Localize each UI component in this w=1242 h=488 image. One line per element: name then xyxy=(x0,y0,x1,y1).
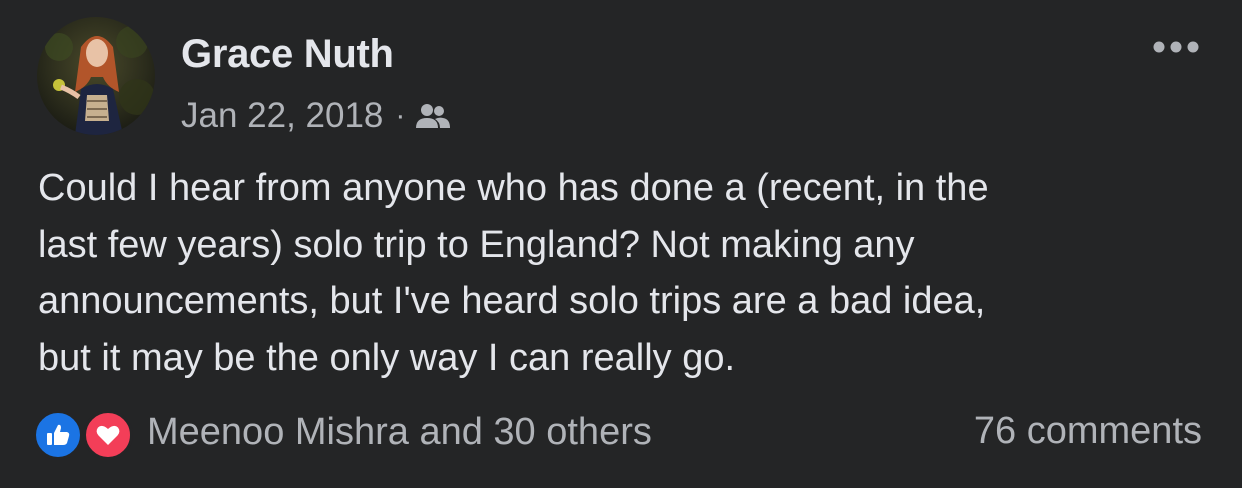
post-text: Could I hear from anyone who has done a … xyxy=(38,167,989,379)
love-icon xyxy=(83,410,133,460)
more-options-icon[interactable] xyxy=(1150,30,1202,64)
comments-count[interactable]: 76 comments xyxy=(974,410,1202,453)
group-icon xyxy=(415,101,451,131)
post-date[interactable]: Jan 22, 2018 xyxy=(181,96,383,136)
meta-separator: · xyxy=(395,99,406,132)
reactions-summary[interactable]: Meenoo Mishra and 30 others xyxy=(33,406,652,460)
author-avatar[interactable] xyxy=(37,17,155,135)
author-name[interactable]: Grace Nuth xyxy=(181,32,394,77)
reaction-icons xyxy=(33,406,137,460)
post-card: Grace Nuth Jan 22, 2018 · Could I hear f… xyxy=(0,0,1242,488)
post-meta: Jan 22, 2018 · xyxy=(181,94,451,138)
like-icon xyxy=(33,410,83,460)
avatar-image xyxy=(37,17,155,135)
reactions-text: Meenoo Mishra and 30 others xyxy=(147,410,652,453)
